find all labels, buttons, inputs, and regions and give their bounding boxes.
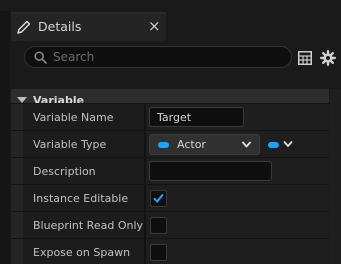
row-indent [11, 158, 23, 184]
chevron-down-icon [241, 141, 252, 148]
container-type-button[interactable] [267, 134, 297, 155]
row-indent [11, 131, 23, 157]
row-indent [11, 104, 23, 130]
instance-editable-label: Instance Editable [33, 192, 129, 205]
value-cell [146, 185, 329, 211]
row-indent [11, 185, 23, 211]
search-icon [34, 51, 47, 64]
description-input[interactable] [149, 161, 272, 181]
variable-name-label: Variable Name [33, 111, 114, 124]
variable-type-value: Actor [177, 138, 206, 151]
scrollbar-track[interactable] [330, 89, 341, 264]
value-cell [146, 212, 329, 238]
panel-title: Details [38, 19, 82, 34]
value-cell [146, 239, 329, 264]
description-label: Description [33, 165, 96, 178]
expose-on-spawn-label: Expose on Spawn [33, 246, 131, 259]
pencil-edit-icon [17, 20, 31, 34]
blueprint-read-only-checkbox[interactable] [150, 217, 167, 234]
chevron-down-icon [283, 140, 293, 147]
blueprint-read-only-label: Blueprint Read Only [33, 219, 144, 232]
instance-editable-checkbox[interactable] [150, 190, 167, 207]
row-blueprint-read-only: Blueprint Read Only [11, 211, 329, 238]
row-indent [11, 212, 23, 238]
row-indent [11, 239, 23, 264]
variable-name-input[interactable]: Target [149, 107, 244, 127]
row-expose-on-spawn: Expose on Spawn [11, 238, 329, 264]
search-input[interactable] [53, 49, 283, 65]
row-variable-type: Variable Type Actor [11, 130, 329, 157]
expose-on-spawn-checkbox[interactable] [150, 244, 167, 261]
checkmark-icon [153, 194, 164, 203]
window-top-strip [0, 0, 341, 11]
object-type-pill-icon [158, 142, 169, 148]
single-container-icon [268, 142, 279, 148]
variable-type-dropdown[interactable]: Actor [149, 134, 260, 155]
gear-icon[interactable] [320, 50, 336, 66]
row-instance-editable: Instance Editable [11, 184, 329, 211]
row-variable-name: Variable Name Target [11, 103, 329, 130]
row-description: Description [11, 157, 329, 184]
variable-type-label: Variable Type [33, 138, 107, 151]
property-matrix-icon[interactable] [298, 51, 312, 65]
details-tab[interactable]: Details × [11, 12, 166, 41]
close-icon[interactable]: × [148, 17, 161, 35]
details-panel: Details × Variable Variable Name [10, 11, 341, 264]
search-box[interactable] [24, 46, 292, 68]
